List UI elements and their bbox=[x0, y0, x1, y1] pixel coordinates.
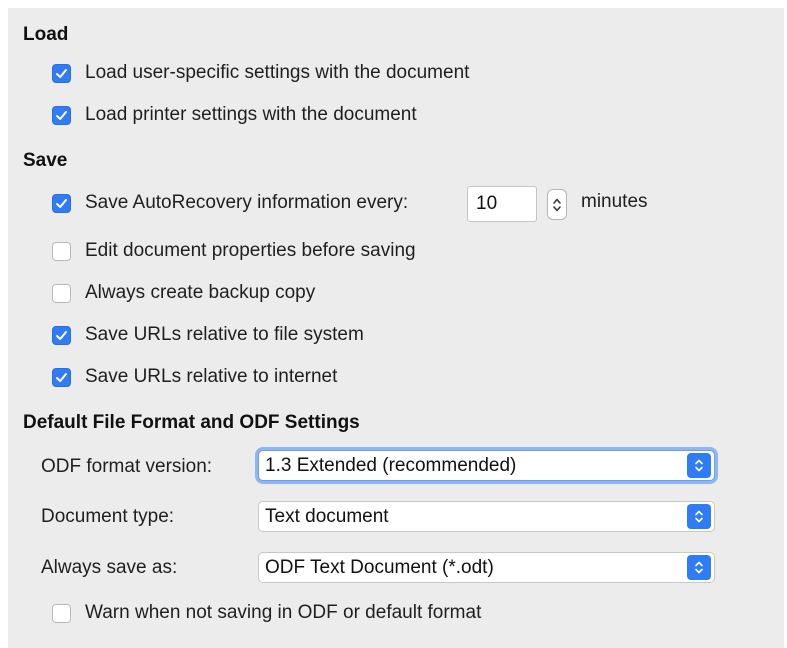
updown-chevron-icon bbox=[695, 561, 703, 574]
load-printer-settings-checkbox[interactable] bbox=[52, 105, 71, 125]
urls-internet-checkbox-row[interactable]: Save URLs relative to internet bbox=[52, 364, 337, 390]
warn-odf-checkbox-row[interactable]: Warn when not saving in ODF or default f… bbox=[52, 600, 481, 626]
edit-properties-label: Edit document properties before saving bbox=[85, 240, 416, 261]
load-printer-settings-checkbox-row[interactable]: Load printer settings with the document bbox=[52, 102, 417, 128]
autorecovery-checkbox-row[interactable]: Save AutoRecovery information every: bbox=[52, 190, 408, 216]
backup-copy-checkbox[interactable] bbox=[52, 283, 71, 303]
urls-file-system-checkbox[interactable] bbox=[52, 325, 71, 345]
options-panel: Load Load user-specific settings with th… bbox=[8, 8, 784, 648]
default-format-section-title: Default File Format and ODF Settings bbox=[23, 412, 360, 433]
always-save-as-select[interactable]: ODF Text Document (*.odt) bbox=[258, 552, 715, 583]
autorecovery-unit-label: minutes bbox=[581, 191, 648, 212]
urls-internet-label: Save URLs relative to internet bbox=[85, 366, 338, 387]
autorecovery-minutes-stepper[interactable] bbox=[547, 189, 567, 220]
backup-copy-label: Always create backup copy bbox=[85, 282, 316, 303]
select-arrows-icon bbox=[687, 555, 711, 580]
load-user-settings-label: Load user-specific settings with the doc… bbox=[85, 62, 470, 83]
autorecovery-label: Save AutoRecovery information every: bbox=[85, 192, 409, 213]
urls-internet-checkbox[interactable] bbox=[52, 367, 71, 387]
warn-odf-label: Warn when not saving in ODF or default f… bbox=[85, 602, 482, 623]
autorecovery-minutes-input[interactable] bbox=[467, 186, 537, 222]
always-save-as-label: Always save as: bbox=[41, 557, 178, 578]
document-type-select[interactable]: Text document bbox=[258, 501, 715, 532]
select-arrows-icon bbox=[687, 453, 711, 478]
odf-version-value: 1.3 Extended (recommended) bbox=[265, 454, 517, 476]
backup-copy-checkbox-row[interactable]: Always create backup copy bbox=[52, 280, 315, 306]
edit-properties-checkbox[interactable] bbox=[52, 241, 71, 261]
document-type-value: Text document bbox=[265, 505, 389, 527]
edit-properties-checkbox-row[interactable]: Edit document properties before saving bbox=[52, 238, 416, 264]
odf-version-label: ODF format version: bbox=[41, 456, 213, 477]
save-section-title: Save bbox=[23, 150, 68, 171]
odf-version-select[interactable]: 1.3 Extended (recommended) bbox=[258, 450, 715, 481]
checkmark-icon bbox=[56, 198, 67, 208]
always-save-as-value: ODF Text Document (*.odt) bbox=[265, 556, 494, 578]
load-section-title: Load bbox=[23, 24, 69, 45]
updown-chevron-icon bbox=[695, 459, 703, 472]
urls-file-system-label: Save URLs relative to file system bbox=[85, 324, 364, 345]
load-user-settings-checkbox[interactable] bbox=[52, 63, 71, 83]
load-printer-settings-label: Load printer settings with the document bbox=[85, 104, 417, 125]
checkmark-icon bbox=[56, 68, 67, 78]
urls-file-system-checkbox-row[interactable]: Save URLs relative to file system bbox=[52, 322, 364, 348]
updown-chevron-icon bbox=[695, 510, 703, 523]
autorecovery-checkbox[interactable] bbox=[52, 193, 71, 213]
stepper-arrows-icon bbox=[553, 198, 561, 211]
checkmark-icon bbox=[56, 110, 67, 120]
warn-odf-checkbox[interactable] bbox=[52, 603, 71, 623]
select-arrows-icon bbox=[687, 504, 711, 529]
load-user-settings-checkbox-row[interactable]: Load user-specific settings with the doc… bbox=[52, 60, 469, 86]
checkmark-icon bbox=[56, 372, 67, 382]
document-type-label: Document type: bbox=[41, 506, 175, 527]
checkmark-icon bbox=[56, 330, 67, 340]
